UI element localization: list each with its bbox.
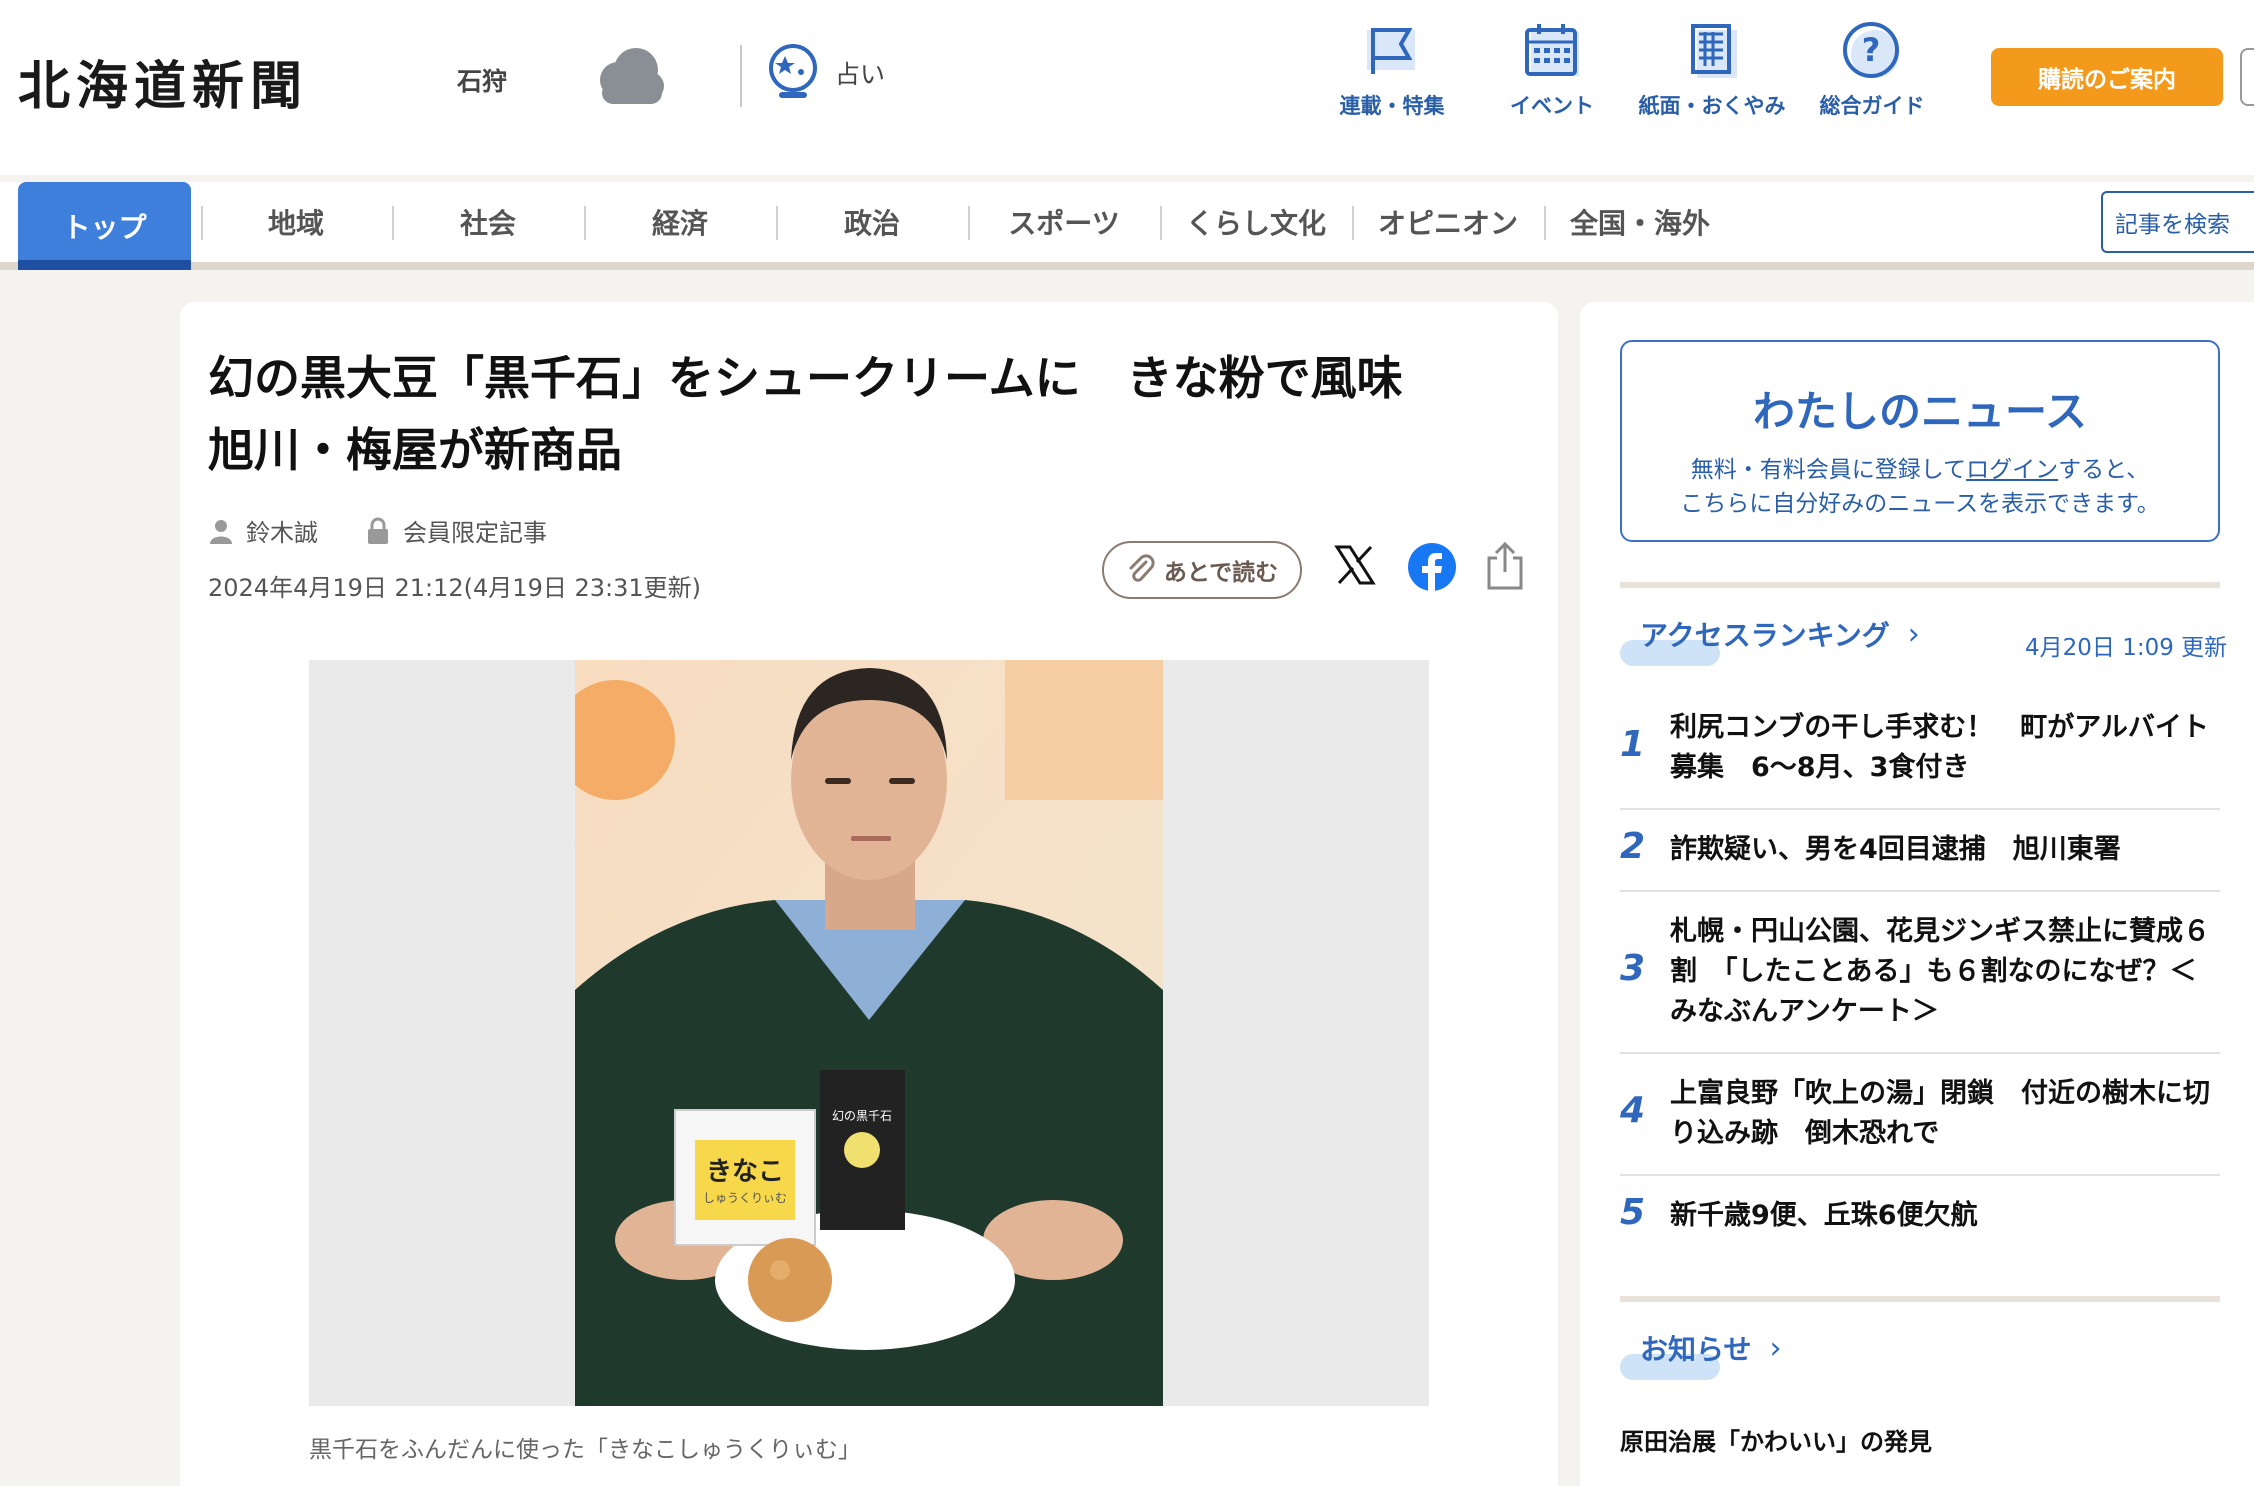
photo-package-subtext: しゅうくりぃむ [703, 1191, 787, 1205]
ranking-number: 3 [1620, 948, 1646, 989]
login-link[interactable]: ログイン [1966, 457, 2058, 483]
members-only-label: 会員限定記事 [403, 519, 547, 547]
ranking-item[interactable]: 5 新千歳9便、丘珠6便欠航 [1620, 1176, 2220, 1258]
ranking-title: 上富良野「吹上の湯」閉鎖 付近の樹木に切り込み跡 倒木恐れで [1670, 1078, 2210, 1149]
x-share-icon[interactable] [1333, 543, 1377, 591]
ranking-heading-link[interactable]: アクセスランキング › [1620, 614, 1920, 666]
ranking-number: 1 [1620, 724, 1646, 765]
nav-tab-sports[interactable]: スポーツ [968, 182, 1160, 262]
nav-tab-opinion[interactable]: オピニオン [1352, 182, 1544, 262]
region-selector[interactable]: 石狩 [457, 62, 507, 98]
share-icon[interactable] [1483, 540, 1527, 596]
photo-bag-text: 幻の黒千石 [832, 1109, 892, 1123]
ranking-item[interactable]: 3 札幌・円山公園、花見ジンギス禁止に賛成６割 「したことある」も６割なのになぜ… [1620, 892, 2220, 1054]
header-divider [740, 45, 742, 107]
nav-underline [0, 262, 2254, 270]
section-divider [1620, 582, 2220, 588]
login-button[interactable] [2240, 48, 2254, 106]
ranking-item[interactable]: 4 上富良野「吹上の湯」閉鎖 付近の樹木に切り込み跡 倒木恐れで [1620, 1054, 2220, 1176]
photo-package-text: きなこ [706, 1157, 784, 1187]
series-link[interactable]: 連載・特集 [1312, 20, 1472, 120]
read-later-button[interactable]: あとで読む [1102, 541, 1302, 599]
article-author[interactable]: 鈴木誠 [208, 513, 318, 548]
nav-tab-society[interactable]: 社会 [392, 182, 584, 262]
ranking-updated: 4月20日 1:09 更新 [2025, 635, 2228, 661]
paper-obituary-link[interactable]: 紙面・おくやみ [1632, 20, 1792, 120]
ranking-title: 利尻コンブの干し手求む！ 町がアルバイト募集 6〜8月、3食付き [1670, 712, 2209, 783]
main-nav: トップ 地域 社会 経済 政治 スポーツ くらし文化 オピニオン 全国・海外 [0, 182, 2254, 270]
events-label: イベント [1510, 94, 1594, 118]
nav-active-indicator [18, 260, 191, 270]
person-icon [210, 519, 232, 544]
chevron-right-icon: › [1769, 1330, 1782, 1366]
my-news-text-part2: すると、 [2058, 457, 2150, 483]
author-name: 鈴木誠 [246, 519, 318, 547]
section-divider [1620, 1296, 2220, 1302]
svg-text:?: ? [1862, 31, 1881, 69]
guide-label: 総合ガイド [1819, 94, 1925, 118]
chevron-right-icon: › [1907, 616, 1920, 652]
nav-tab-national[interactable]: 全国・海外 [1544, 182, 1736, 262]
article-search-button[interactable]: 記事を検索 [2101, 191, 2254, 253]
nav-tab-politics[interactable]: 政治 [776, 182, 968, 262]
paper-obituary-label: 紙面・おくやみ [1638, 94, 1786, 118]
question-icon: ? [1843, 22, 1899, 78]
ranking-number: 5 [1620, 1192, 1646, 1233]
nav-tab-culture[interactable]: くらし文化 [1160, 182, 1352, 262]
notices-heading-link[interactable]: お知らせ › [1620, 1328, 1782, 1380]
ranking-item[interactable]: 2 詐欺疑い、男を4回目逮捕 旭川東署 [1620, 810, 2220, 892]
article-title-line1: 幻の黒大豆「黒千石」をシュークリームに きな粉で風味 [208, 351, 1403, 405]
ranking-title: 詐欺疑い、男を4回目逮捕 旭川東署 [1670, 834, 2121, 865]
ranking-title: 札幌・円山公園、花見ジンギス禁止に賛成６割 「したことある」も６割なのになぜ？＜… [1670, 916, 2210, 1027]
paperclip-icon [1129, 554, 1155, 582]
my-news-box: わたしのニュース 無料・有料会員に登録してログインすると、 こちらに自分好みのニ… [1620, 340, 2220, 542]
cloud-icon[interactable] [590, 42, 666, 108]
my-news-text: 無料・有料会員に登録してログインすると、 こちらに自分好みのニュースを表示できま… [1622, 453, 2218, 521]
article-title-line2: 旭川・梅屋が新商品 [208, 423, 622, 477]
ranking-item[interactable]: 1 利尻コンブの干し手求む！ 町がアルバイト募集 6〜8月、3食付き [1620, 700, 2220, 810]
my-news-text-part1: 無料・有料会員に登録して [1690, 457, 1967, 483]
series-label: 連載・特集 [1339, 94, 1445, 118]
site-header: 北海道新聞 石狩 占い 連載・特集 イベント 紙面・おくやみ ? 総合ガイド 購… [0, 0, 2254, 175]
article-title: 幻の黒大豆「黒千石」をシュークリームに きな粉で風味 旭川・梅屋が新商品 [208, 342, 1508, 486]
fortune-label: 占い [835, 60, 886, 89]
notices-heading: お知らせ [1640, 1333, 1752, 1366]
members-only-badge: 会員限定記事 [365, 513, 547, 548]
ranking-heading: アクセスランキング [1640, 619, 1890, 652]
lock-icon [368, 517, 388, 544]
article-photo[interactable]: きなこ しゅうくりぃむ 幻の黒千石 [575, 660, 1163, 1406]
article-date: 2024年4月19日 21:12(4月19日 23:31更新) [208, 574, 702, 602]
ranking-number: 2 [1620, 826, 1646, 867]
events-link[interactable]: イベント [1472, 20, 1632, 120]
read-later-label: あとで読む [1163, 560, 1279, 586]
notice-item[interactable]: 原田治展「かわいい」の発見 [1620, 1422, 1932, 1457]
newspaper-icon [1691, 24, 1737, 78]
photo-caption: 黒千石をふんだんに使った「きなこしゅうくりぃむ」 [309, 1437, 861, 1463]
nav-tab-top[interactable]: トップ [18, 182, 191, 270]
my-news-heading: わたしのニュース [1753, 387, 2087, 436]
facebook-share-icon[interactable] [1408, 543, 1456, 595]
my-news-text-line2: こちらに自分好みのニュースを表示できます。 [1680, 491, 2160, 517]
calendar-icon [1525, 24, 1579, 76]
nav-tab-economy[interactable]: 経済 [584, 182, 776, 262]
guide-link[interactable]: ? 総合ガイド [1792, 20, 1952, 120]
site-logo[interactable]: 北海道新聞 [18, 44, 308, 119]
subscribe-button[interactable]: 購読のご案内 [1991, 48, 2223, 106]
fortune-link[interactable]: 占い [765, 42, 885, 104]
ranking-title: 新千歳9便、丘珠6便欠航 [1670, 1200, 1978, 1231]
ranking-number: 4 [1620, 1090, 1646, 1131]
nav-tab-region[interactable]: 地域 [201, 182, 391, 262]
flag-icon [1367, 28, 1415, 74]
fortune-icon [769, 44, 817, 98]
